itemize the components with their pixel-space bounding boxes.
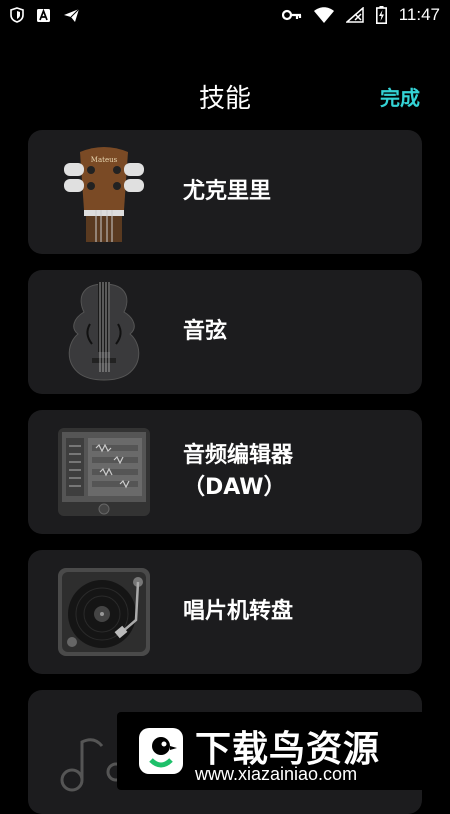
- skill-label: 音弦: [183, 319, 228, 344]
- bird-logo-icon: [139, 728, 183, 774]
- ukulele-icon: Mateus: [64, 147, 144, 242]
- daw-icon: [58, 428, 150, 516]
- skill-label: 尤克里里: [183, 179, 272, 204]
- violin-icon: [68, 282, 140, 381]
- status-time: 11:47: [398, 5, 440, 24]
- svg-text:Mateus: Mateus: [91, 156, 118, 164]
- page-header: 技能 完成: [0, 70, 450, 120]
- status-bar: 11:47: [0, 0, 450, 30]
- no-signal-icon: [345, 7, 364, 23]
- watermark-url: www.xiazainiao.com: [195, 764, 358, 784]
- skill-card-daw[interactable]: 音频编辑器 （DAW）: [28, 410, 422, 534]
- skill-card-strings[interactable]: 音弦: [28, 270, 422, 394]
- shield-icon: [10, 7, 24, 23]
- skill-label: 音频编辑器 （DAW）: [183, 443, 294, 500]
- skill-card-ukulele[interactable]: Mateus 尤克里里: [28, 130, 422, 254]
- key-icon: [281, 9, 301, 21]
- wifi-icon: [313, 7, 334, 23]
- skill-card-turntable[interactable]: 唱片机转盘: [28, 550, 422, 674]
- turntable-icon: [58, 568, 150, 656]
- skill-label: 唱片机转盘: [183, 599, 294, 624]
- font-a-icon: [37, 8, 50, 22]
- done-button[interactable]: 完成: [380, 82, 420, 111]
- battery-charging-icon: [375, 6, 387, 24]
- send-icon: [64, 8, 80, 22]
- watermark-banner: 下载鸟资源 www.xiazainiao.com: [117, 712, 432, 790]
